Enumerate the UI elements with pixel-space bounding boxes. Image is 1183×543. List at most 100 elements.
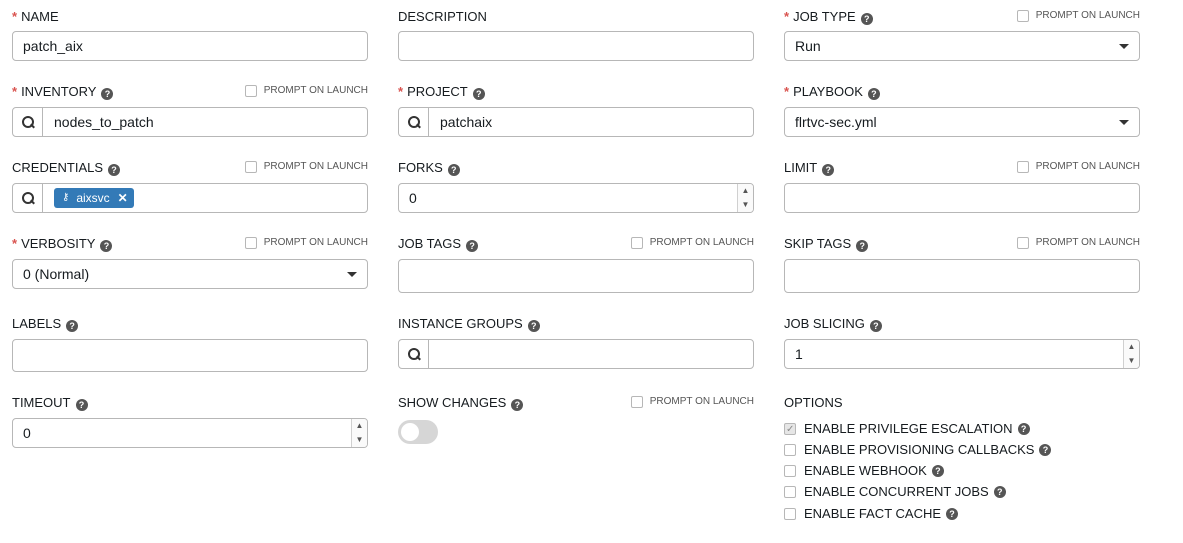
spin-up-icon[interactable]: ▲ bbox=[738, 184, 753, 198]
job-tags-label: JOB TAGS? bbox=[398, 235, 479, 253]
inventory-lookup[interactable]: nodes_to_patch bbox=[12, 107, 368, 137]
checkbox-icon[interactable] bbox=[784, 486, 796, 498]
timeout-field: TIMEOUT? 0 ▲ ▼ bbox=[12, 394, 368, 448]
credentials-label: CREDENTIALS? bbox=[12, 159, 121, 177]
spin-up-icon[interactable]: ▲ bbox=[1124, 340, 1139, 354]
help-icon[interactable]: ? bbox=[822, 164, 835, 176]
checkbox-icon[interactable] bbox=[244, 237, 257, 249]
job-tags-prompt-checkbox[interactable]: PROMPT ON LAUNCH bbox=[630, 236, 754, 250]
options-field: OPTIONS ENABLE PRIVILEGE ESCALATION? ENA… bbox=[784, 394, 1140, 534]
verbosity-field: * VERBOSITY? PROMPT ON LAUNCH 0 (Normal) bbox=[12, 235, 368, 289]
checkbox-icon[interactable] bbox=[784, 444, 796, 456]
option-provisioning-callbacks[interactable]: ENABLE PROVISIONING CALLBACKS? bbox=[784, 442, 1052, 458]
job-slicing-label: JOB SLICING? bbox=[784, 315, 882, 333]
checkbox-icon[interactable] bbox=[630, 396, 643, 408]
checkbox-icon[interactable] bbox=[244, 161, 257, 173]
forks-input[interactable]: 0 ▲ ▼ bbox=[398, 183, 754, 213]
checkbox-icon[interactable] bbox=[1016, 161, 1029, 173]
help-icon[interactable]: ? bbox=[511, 399, 524, 411]
help-icon[interactable]: ? bbox=[66, 320, 79, 332]
help-icon[interactable]: ? bbox=[993, 486, 1006, 498]
forks-spinner[interactable]: ▲ ▼ bbox=[737, 184, 753, 212]
show-changes-label: SHOW CHANGES? bbox=[398, 394, 524, 412]
credentials-lookup[interactable]: ⚷ aixsvc ✕ bbox=[12, 183, 368, 213]
show-changes-toggle[interactable] bbox=[398, 420, 438, 444]
verbosity-select[interactable]: 0 (Normal) bbox=[12, 259, 368, 289]
inventory-value: nodes_to_patch bbox=[54, 114, 154, 130]
option-privilege-escalation[interactable]: ENABLE PRIVILEGE ESCALATION? bbox=[784, 421, 1030, 438]
checkbox-icon[interactable] bbox=[784, 508, 796, 520]
limit-input[interactable] bbox=[784, 183, 1140, 213]
options-label: OPTIONS bbox=[784, 395, 843, 410]
checkbox-icon[interactable] bbox=[244, 85, 257, 97]
name-input[interactable]: patch_aix bbox=[12, 31, 368, 61]
show-changes-prompt-checkbox[interactable]: PROMPT ON LAUNCH bbox=[630, 395, 754, 409]
caret-down-icon bbox=[1119, 120, 1129, 125]
playbook-label: * PLAYBOOK? bbox=[784, 83, 880, 101]
skip-tags-prompt-checkbox[interactable]: PROMPT ON LAUNCH bbox=[1016, 236, 1140, 250]
spin-down-icon[interactable]: ▼ bbox=[738, 198, 753, 212]
help-icon[interactable]: ? bbox=[100, 240, 113, 252]
credential-tag: ⚷ aixsvc ✕ bbox=[54, 188, 134, 208]
help-icon[interactable]: ? bbox=[527, 320, 540, 332]
help-icon[interactable]: ? bbox=[466, 240, 479, 252]
option-fact-cache[interactable]: ENABLE FACT CACHE? bbox=[784, 506, 959, 522]
help-icon[interactable]: ? bbox=[867, 88, 880, 100]
credentials-search-button[interactable] bbox=[13, 184, 43, 212]
help-icon[interactable]: ? bbox=[1017, 423, 1030, 435]
option-concurrent-jobs[interactable]: ENABLE CONCURRENT JOBS? bbox=[784, 484, 1006, 500]
credentials-prompt-checkbox[interactable]: PROMPT ON LAUNCH bbox=[244, 160, 368, 174]
inventory-search-button[interactable] bbox=[13, 108, 43, 136]
help-icon[interactable]: ? bbox=[75, 399, 88, 411]
limit-prompt-checkbox[interactable]: PROMPT ON LAUNCH bbox=[1016, 160, 1140, 174]
spin-down-icon[interactable]: ▼ bbox=[352, 433, 367, 447]
checkbox-icon[interactable] bbox=[1016, 10, 1029, 22]
job-slicing-spinner[interactable]: ▲ ▼ bbox=[1123, 340, 1139, 368]
project-lookup[interactable]: patchaix bbox=[398, 107, 754, 137]
labels-field: LABELS? bbox=[12, 315, 368, 372]
labels-input[interactable] bbox=[12, 339, 368, 372]
help-icon[interactable]: ? bbox=[869, 320, 882, 332]
project-search-button[interactable] bbox=[399, 108, 429, 136]
inventory-field: * INVENTORY? PROMPT ON LAUNCH nodes_to_pa… bbox=[12, 83, 368, 137]
skip-tags-input[interactable] bbox=[784, 259, 1140, 293]
help-icon[interactable]: ? bbox=[946, 508, 959, 520]
limit-label: LIMIT? bbox=[784, 159, 835, 177]
description-input[interactable] bbox=[398, 31, 754, 61]
spin-up-icon[interactable]: ▲ bbox=[352, 419, 367, 433]
spin-down-icon[interactable]: ▼ bbox=[1124, 354, 1139, 368]
help-icon[interactable]: ? bbox=[447, 164, 460, 176]
job-type-prompt-checkbox[interactable]: PROMPT ON LAUNCH bbox=[1016, 9, 1140, 23]
job-slicing-input[interactable]: 1 ▲ ▼ bbox=[784, 339, 1140, 369]
help-icon[interactable]: ? bbox=[931, 465, 944, 477]
checkbox-icon[interactable] bbox=[1016, 237, 1029, 249]
forks-field: FORKS? 0 ▲ ▼ bbox=[398, 159, 754, 213]
job-tags-input[interactable] bbox=[398, 259, 754, 293]
project-field: * PROJECT? patchaix bbox=[398, 83, 754, 137]
caret-down-icon bbox=[347, 272, 357, 277]
timeout-input[interactable]: 0 ▲ ▼ bbox=[12, 418, 368, 448]
job-type-field: * JOB TYPE? PROMPT ON LAUNCH Run bbox=[784, 8, 1140, 61]
checkbox-icon[interactable] bbox=[630, 237, 643, 249]
checkbox-checked-icon[interactable] bbox=[784, 422, 796, 438]
remove-tag-icon[interactable]: ✕ bbox=[118, 188, 128, 208]
playbook-select[interactable]: flrtvc-sec.yml bbox=[784, 107, 1140, 137]
job-type-select[interactable]: Run bbox=[784, 31, 1140, 61]
skip-tags-field: SKIP TAGS? PROMPT ON LAUNCH bbox=[784, 235, 1140, 293]
checkbox-icon[interactable] bbox=[784, 465, 796, 477]
help-icon[interactable]: ? bbox=[472, 88, 485, 100]
instance-groups-label: INSTANCE GROUPS? bbox=[398, 315, 540, 333]
help-icon[interactable]: ? bbox=[1039, 444, 1052, 456]
verbosity-prompt-checkbox[interactable]: PROMPT ON LAUNCH bbox=[244, 236, 368, 250]
help-icon[interactable]: ? bbox=[856, 240, 869, 252]
help-icon[interactable]: ? bbox=[101, 88, 114, 100]
option-webhook[interactable]: ENABLE WEBHOOK? bbox=[784, 463, 944, 479]
skip-tags-label: SKIP TAGS? bbox=[784, 235, 869, 253]
inventory-prompt-checkbox[interactable]: PROMPT ON LAUNCH bbox=[244, 84, 368, 98]
help-icon[interactable]: ? bbox=[860, 13, 873, 25]
help-icon[interactable]: ? bbox=[108, 164, 121, 176]
timeout-spinner[interactable]: ▲ ▼ bbox=[351, 419, 367, 447]
toggle-knob bbox=[401, 423, 419, 441]
instance-groups-lookup[interactable] bbox=[398, 339, 754, 369]
instance-groups-search-button[interactable] bbox=[399, 340, 429, 368]
